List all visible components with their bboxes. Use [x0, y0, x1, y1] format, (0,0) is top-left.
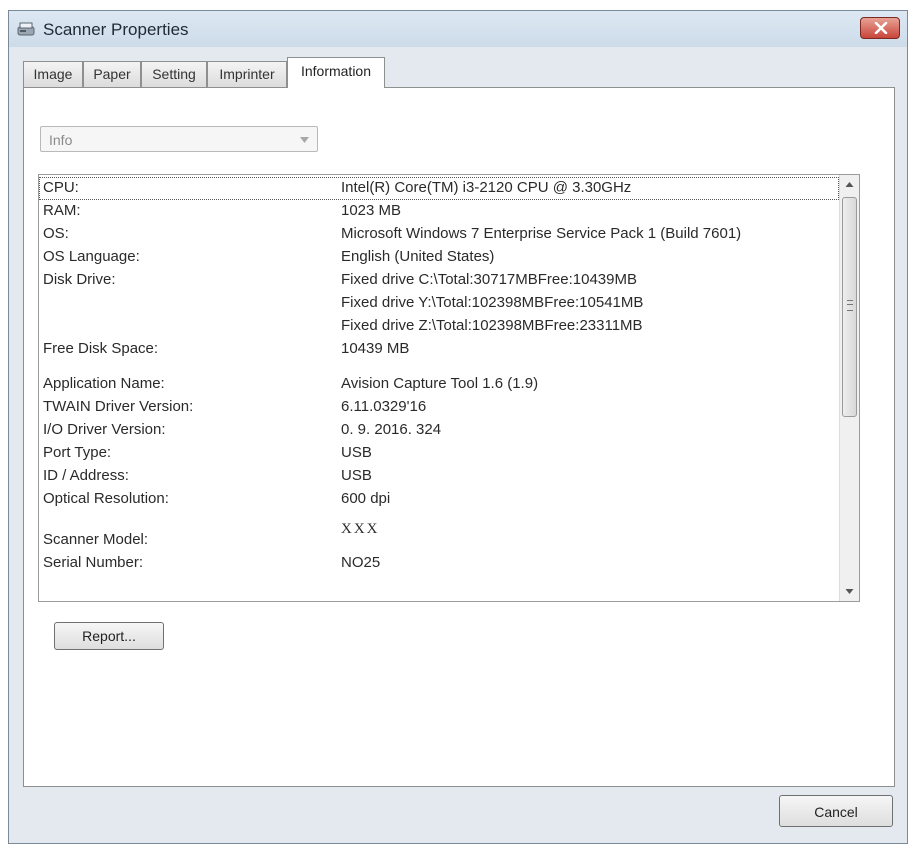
info-row-optical-resolution[interactable]: Optical Resolution: 600 dpi — [39, 488, 839, 511]
scrollbar-thumb[interactable] — [842, 197, 857, 417]
vertical-scrollbar[interactable] — [839, 175, 859, 601]
chevron-down-icon — [300, 137, 309, 143]
info-value: Intel(R) Core(TM) i3-2120 CPU @ 3.30GHz — [341, 179, 632, 196]
info-label: CPU: — [43, 179, 79, 196]
info-label: Optical Resolution: — [43, 490, 169, 507]
scanner-properties-window: Scanner Properties Image Paper Setting I… — [8, 10, 908, 844]
info-label: Disk Drive: — [43, 271, 116, 288]
info-row-disk-drive-y[interactable]: Fixed drive Y:\Total:102398MBFree:10541M… — [39, 292, 839, 315]
close-button[interactable] — [860, 17, 900, 39]
info-value: 10439 MB — [341, 340, 410, 357]
info-label: RAM: — [43, 202, 81, 219]
info-label: OS Language: — [43, 248, 140, 265]
tab-imprinter[interactable]: Imprinter — [207, 61, 287, 87]
info-value: Fixed drive C:\Total:30717MBFree:10439MB — [341, 271, 637, 288]
info-value: 600 dpi — [341, 490, 391, 507]
tab-paper[interactable]: Paper — [83, 61, 141, 87]
info-value: NO25 — [341, 554, 381, 571]
info-label: Serial Number: — [43, 554, 144, 571]
info-row-port-type[interactable]: Port Type: USB — [39, 442, 839, 465]
close-icon — [874, 22, 888, 34]
info-category-value: Info — [49, 132, 73, 148]
info-value: 0. 9. 2016. 324 — [341, 421, 442, 438]
info-label: Scanner Model: — [43, 531, 149, 548]
info-value: 1023 MB — [341, 202, 402, 219]
scroll-up-button[interactable] — [840, 175, 859, 195]
info-label: Port Type: — [43, 444, 112, 461]
window-title: Scanner Properties — [43, 20, 189, 39]
info-value: XXX — [341, 521, 380, 537]
info-row-application-name[interactable]: Application Name: Avision Capture Tool 1.… — [39, 373, 839, 396]
info-row-serial-number[interactable]: Serial Number: NO25 — [39, 552, 839, 575]
scroll-down-button[interactable] — [840, 581, 859, 601]
tab-image[interactable]: Image — [23, 61, 83, 87]
info-value: USB — [341, 444, 372, 461]
info-value: 6.11.0329'16 — [341, 398, 427, 415]
information-panel: Info CPU: Intel(R) Core(TM) i3-2120 CPU @… — [23, 87, 895, 787]
info-row-os[interactable]: OS: Microsoft Windows 7 Enterprise Servic… — [39, 223, 839, 246]
title-bar[interactable]: Scanner Properties — [9, 11, 907, 47]
info-label: ID / Address: — [43, 467, 129, 484]
info-row-os-language[interactable]: OS Language: English (United States) — [39, 246, 839, 269]
arrow-up-icon — [845, 182, 854, 187]
info-value: USB — [341, 467, 372, 484]
info-value: Avision Capture Tool 1.6 (1.9) — [341, 375, 539, 392]
info-row-scanner-model[interactable]: Scanner Model: XXX — [39, 521, 839, 552]
system-info-list[interactable]: CPU: Intel(R) Core(TM) i3-2120 CPU @ 3.30… — [38, 174, 860, 602]
info-row-ram[interactable]: RAM: 1023 MB — [39, 200, 839, 223]
info-label: OS: — [43, 225, 69, 242]
info-row-id-address[interactable]: ID / Address: USB — [39, 465, 839, 488]
info-row-twain-driver-version[interactable]: TWAIN Driver Version: 6.11.0329'16 — [39, 396, 839, 419]
tab-information[interactable]: Information — [287, 57, 385, 88]
info-category-select[interactable]: Info — [40, 126, 318, 152]
report-button[interactable]: Report... — [54, 622, 164, 650]
info-row-disk-drive[interactable]: Disk Drive: Fixed drive C:\Total:30717MBF… — [39, 269, 839, 292]
info-value: English (United States) — [341, 248, 495, 265]
info-row-disk-drive-z[interactable]: Fixed drive Z:\Total:102398MBFree:23311M… — [39, 315, 839, 338]
cancel-button[interactable]: Cancel — [779, 795, 893, 827]
grip-icon — [847, 300, 853, 311]
info-label: Free Disk Space: — [43, 340, 159, 357]
info-label: TWAIN Driver Version: — [43, 398, 194, 415]
info-value: Microsoft Windows 7 Enterprise Service P… — [341, 225, 742, 242]
info-row-free-disk-space[interactable]: Free Disk Space: 10439 MB — [39, 338, 839, 361]
info-value: Fixed drive Z:\Total:102398MBFree:23311M… — [341, 317, 643, 334]
scanner-app-icon — [17, 21, 35, 37]
info-label: I/O Driver Version: — [43, 421, 166, 438]
info-row-io-driver-version[interactable]: I/O Driver Version: 0. 9. 2016. 324 — [39, 419, 839, 442]
info-label: Application Name: — [43, 375, 165, 392]
info-row-cpu[interactable]: CPU: Intel(R) Core(TM) i3-2120 CPU @ 3.30… — [39, 177, 839, 200]
arrow-down-icon — [845, 589, 854, 594]
tab-setting[interactable]: Setting — [141, 61, 207, 87]
info-value: Fixed drive Y:\Total:102398MBFree:10541M… — [341, 294, 644, 311]
